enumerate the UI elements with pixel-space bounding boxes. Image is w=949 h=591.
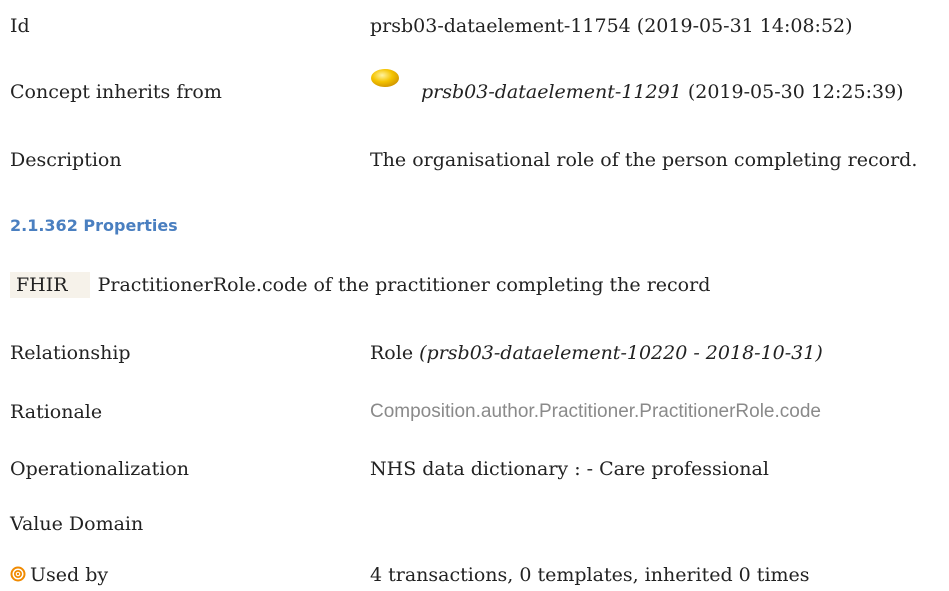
- operationalization-row: Operationalization NHS data dictionary :…: [10, 455, 949, 483]
- rationale-label: Rationale: [10, 401, 103, 423]
- id-row: Id prsb03-dataelement-11754 (2019-05-31 …: [10, 12, 949, 40]
- inherits-date: (2019-05-30 12:25:39): [687, 81, 904, 103]
- relationship-value: Role: [370, 342, 414, 364]
- rationale-value: Composition.author.Practitioner.Practiti…: [370, 401, 821, 422]
- relationship-label: Relationship: [10, 342, 131, 364]
- id-value: prsb03-dataelement-11754 (2019-05-31 14:…: [370, 15, 853, 37]
- value-domain-row: Value Domain: [10, 510, 949, 538]
- target-icon[interactable]: [10, 566, 26, 582]
- used-by-value: 4 transactions, 0 templates, inherited 0…: [370, 564, 810, 586]
- inherits-row: Concept inherits from prsb03-dataelement…: [10, 69, 949, 106]
- id-label: Id: [10, 15, 30, 37]
- description-label: Description: [10, 149, 122, 171]
- section-heading: 2.1.362 Properties: [10, 216, 178, 235]
- fhir-row: FHIR PractitionerRole.code of the practit…: [10, 271, 949, 299]
- used-by-row: Used by 4 transactions, 0 templates, inh…: [10, 561, 949, 589]
- fhir-text: PractitionerRole.code of the practitione…: [97, 274, 711, 296]
- used-by-label: Used by: [30, 564, 109, 586]
- relationship-row: Relationship Role (prsb03-dataelement-10…: [10, 339, 949, 367]
- operationalization-label: Operationalization: [10, 458, 189, 480]
- description-value: The organisational role of the person co…: [370, 149, 918, 171]
- relationship-ref: (prsb03-dataelement-10220 - 2018-10-31): [419, 342, 823, 364]
- inherits-label: Concept inherits from: [10, 81, 222, 103]
- rationale-row: Rationale Composition.author.Practitione…: [10, 398, 949, 426]
- yellow-ball-icon: [371, 69, 399, 87]
- operationalization-value: NHS data dictionary : - Care professiona…: [370, 458, 769, 480]
- inherits-ref-link[interactable]: prsb03-dataelement-11291: [421, 81, 682, 103]
- fhir-badge: FHIR: [10, 272, 90, 298]
- description-row: Description The organisational role of t…: [10, 146, 949, 174]
- value-domain-label: Value Domain: [10, 513, 144, 535]
